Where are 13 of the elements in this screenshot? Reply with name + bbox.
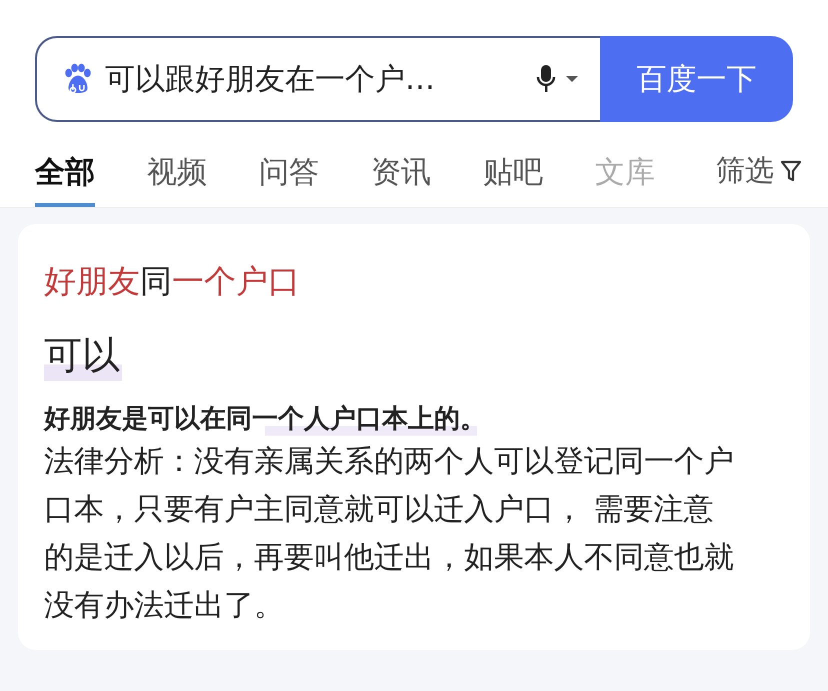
tab[interactable]: 贴吧	[483, 122, 543, 207]
search-field[interactable]: 可以跟好朋友在一个户…	[35, 36, 600, 122]
search-button[interactable]: 百度一下	[600, 36, 793, 122]
caret-icon[interactable]	[566, 75, 578, 83]
tab[interactable]: 全部	[35, 122, 95, 207]
microphone-icon[interactable]	[536, 64, 556, 94]
tab[interactable]: 视频	[147, 122, 207, 207]
filter-button[interactable]: 筛选	[710, 122, 808, 207]
funnel-icon	[780, 159, 802, 183]
body-text: 法律分析：没有亲属关系的两个人可以登记同一个户口本，只要有户主同意就可以迁入户口， 需要注意的是迁入以后，再要叫他迁出，如果本人不同意也就没有办法迁出了。	[44, 443, 734, 625]
tab[interactable]: 问答	[259, 122, 319, 207]
tab[interactable]: 资讯	[371, 122, 431, 207]
card-title: 好朋友同一个户口	[44, 261, 301, 302]
